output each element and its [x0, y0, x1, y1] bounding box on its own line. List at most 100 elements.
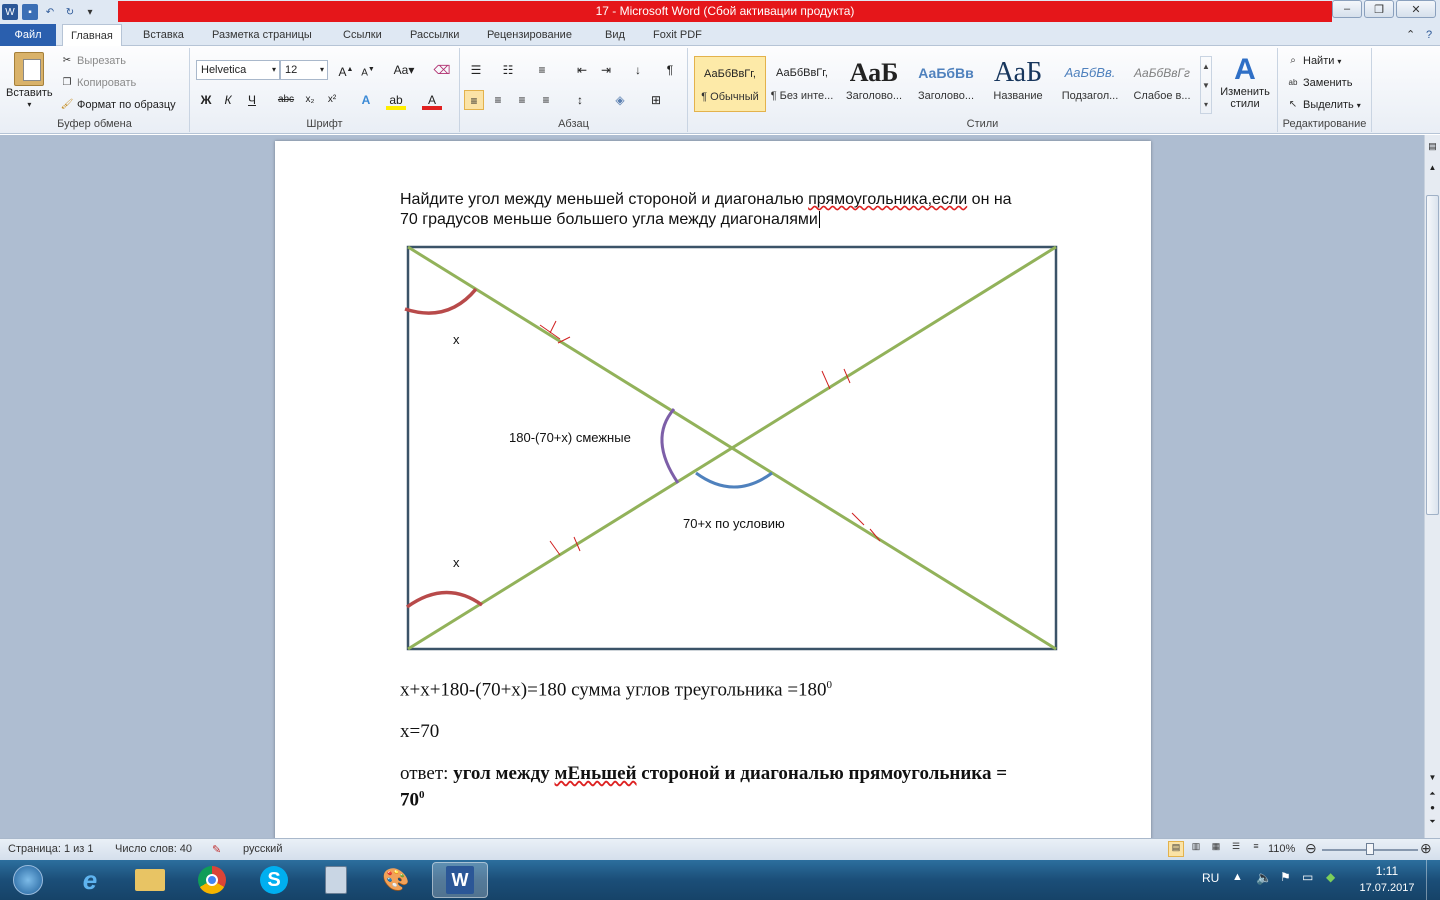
redo-icon[interactable]: ↻ — [62, 4, 78, 20]
zoom-in-icon[interactable]: ⊕ — [1420, 841, 1432, 855]
zoom-out-icon[interactable]: ⊖ — [1305, 841, 1317, 855]
taskbar-word[interactable]: W — [432, 862, 488, 898]
print-layout-icon[interactable]: ▤ — [1168, 841, 1184, 857]
outline-view-icon[interactable]: ☰ — [1228, 841, 1244, 857]
style-no-spacing[interactable]: АаБбВвГг, ¶ Без инте... — [766, 56, 838, 112]
align-left-icon[interactable]: ≡ — [464, 90, 484, 110]
volume-icon[interactable]: 🔈 — [1256, 870, 1272, 886]
taskbar-paint[interactable]: 🎨 — [368, 862, 424, 898]
show-desktop-button[interactable] — [1426, 860, 1440, 900]
minimize-button[interactable]: – — [1332, 0, 1362, 18]
bold-button[interactable]: Ж — [196, 90, 216, 110]
customize-qat-icon[interactable]: ▾ — [82, 4, 98, 20]
clock-time[interactable]: 1:11 — [1360, 864, 1414, 878]
zoom-level[interactable]: 110% — [1268, 843, 1295, 855]
tab-foxit-pdf[interactable]: Foxit PDF — [645, 24, 710, 46]
font-name-combo[interactable]: Helvetica ▾ — [196, 60, 280, 80]
tab-references[interactable]: Ссылки — [335, 24, 390, 46]
word-logo-icon[interactable]: W — [2, 4, 18, 20]
web-layout-icon[interactable]: ▦ — [1208, 841, 1224, 857]
next-page-icon[interactable]: ⏷ — [1427, 817, 1438, 829]
style-heading-2[interactable]: АаБбВв Заголово... — [910, 56, 982, 112]
superscript-button[interactable]: x² — [322, 90, 342, 110]
copy-button[interactable]: ❐ Копировать — [60, 76, 137, 90]
input-language[interactable]: RU — [1202, 871, 1219, 885]
scroll-up-icon[interactable]: ▲ — [1427, 163, 1438, 175]
taskbar-chrome[interactable] — [184, 862, 240, 898]
flag-icon[interactable]: ⚑ — [1280, 870, 1291, 884]
change-case-button[interactable]: Aa▾ — [390, 60, 418, 80]
help-icon[interactable]: ? — [1418, 24, 1440, 46]
document-page[interactable]: Найдите угол между меньшей стороной и ди… — [275, 141, 1151, 841]
vertical-scrollbar[interactable]: ▤ ▲ ▼ ⏶ ● ⏷ — [1424, 135, 1440, 838]
subscript-button[interactable]: x₂ — [300, 90, 320, 110]
scroll-down-icon[interactable]: ▼ — [1427, 773, 1438, 785]
increase-indent-icon[interactable]: ⇥ — [596, 60, 616, 80]
tab-home[interactable]: Главная — [62, 24, 122, 47]
decrease-indent-icon[interactable]: ⇤ — [572, 60, 592, 80]
multilevel-list-icon[interactable]: ≡ — [532, 60, 552, 80]
paste-button[interactable]: Вставить ▾ — [6, 52, 53, 109]
reading-view-icon[interactable]: ▥ — [1188, 841, 1204, 857]
style-title[interactable]: АаБ Название — [982, 56, 1054, 112]
grow-font-button[interactable]: A▲ — [336, 60, 356, 80]
tab-file[interactable]: Файл — [0, 24, 56, 46]
clear-formatting-icon[interactable]: ⌫ — [432, 60, 452, 80]
sort-icon[interactable]: ↓ — [628, 60, 648, 80]
taskbar-skype[interactable]: S — [246, 862, 302, 898]
numbering-icon[interactable]: ☷ — [498, 60, 518, 80]
align-center-icon[interactable]: ≡ — [488, 90, 508, 110]
line-spacing-icon[interactable]: ↕ — [570, 90, 590, 110]
font-color-button[interactable]: A — [422, 90, 442, 110]
cut-button[interactable]: ✂ Вырезать — [60, 54, 126, 68]
zoom-slider-thumb[interactable] — [1366, 843, 1374, 855]
taskbar-explorer[interactable] — [122, 862, 178, 898]
change-styles-button[interactable]: A Изменить стили — [1216, 54, 1274, 111]
styles-scroll-icon[interactable]: ▲ ▼ ▾ — [1200, 56, 1212, 114]
style-normal[interactable]: АаБбВвГг, ¶ Обычный — [694, 56, 766, 112]
text-effects-button[interactable]: A — [356, 90, 376, 110]
page-count[interactable]: Страница: 1 из 1 — [8, 843, 94, 855]
scroll-thumb[interactable] — [1426, 195, 1439, 515]
ruler-toggle-icon[interactable]: ▤ — [1427, 141, 1438, 155]
strikethrough-button[interactable]: abc — [276, 90, 296, 110]
font-size-combo[interactable]: 12 ▾ — [280, 60, 328, 80]
proofing-icon[interactable]: ✎ — [212, 843, 221, 856]
clock-date[interactable]: 17.07.2017 — [1356, 882, 1418, 894]
language[interactable]: русский — [243, 843, 282, 855]
close-button[interactable]: ✕ — [1396, 0, 1436, 18]
tab-mailings[interactable]: Рассылки — [402, 24, 467, 46]
find-button[interactable]: ⌕ Найти ▾ — [1286, 54, 1341, 68]
taskbar-calculator[interactable] — [308, 862, 364, 898]
save-icon[interactable]: ▪ — [22, 4, 38, 20]
prev-page-icon[interactable]: ⏶ — [1427, 789, 1438, 801]
shading-icon[interactable]: ◈ — [610, 90, 630, 110]
style-subtle-emphasis[interactable]: АаБбВвГг Слабое в... — [1126, 56, 1198, 112]
app-tray-icon[interactable]: ◆ — [1326, 870, 1335, 884]
italic-button[interactable]: К — [218, 90, 238, 110]
network-icon[interactable]: ▭ — [1302, 870, 1313, 884]
style-subtitle[interactable]: АаБбВв. Подзагол... — [1054, 56, 1126, 112]
browse-object-icon[interactable]: ● — [1427, 803, 1438, 815]
word-count[interactable]: Число слов: 40 — [115, 843, 192, 855]
replace-button[interactable]: ab Заменить — [1286, 76, 1353, 90]
tab-page-layout[interactable]: Разметка страницы — [204, 24, 320, 46]
style-heading-1[interactable]: АаБ Заголово... — [838, 56, 910, 112]
highlight-button[interactable]: ab — [386, 90, 406, 110]
select-button[interactable]: ↖ Выделить ▾ — [1286, 98, 1361, 112]
justify-icon[interactable]: ≡ — [536, 90, 556, 110]
undo-icon[interactable]: ↶ — [42, 4, 58, 20]
draft-view-icon[interactable]: ≡ — [1248, 841, 1264, 857]
show-hidden-icons-icon[interactable]: ▲ — [1232, 871, 1243, 883]
bullets-icon[interactable]: ☰ — [466, 60, 486, 80]
borders-icon[interactable]: ⊞ — [646, 90, 666, 110]
taskbar-ie[interactable]: e — [62, 862, 118, 898]
restore-button[interactable]: ❐ — [1364, 0, 1394, 18]
shrink-font-button[interactable]: A▼ — [358, 60, 378, 80]
start-button[interactable] — [4, 862, 52, 898]
tab-insert[interactable]: Вставка — [135, 24, 192, 46]
show-marks-icon[interactable]: ¶ — [660, 60, 680, 80]
format-painter-button[interactable]: 🖌 Формат по образцу — [60, 98, 176, 112]
align-right-icon[interactable]: ≡ — [512, 90, 532, 110]
underline-button[interactable]: Ч — [242, 90, 262, 110]
